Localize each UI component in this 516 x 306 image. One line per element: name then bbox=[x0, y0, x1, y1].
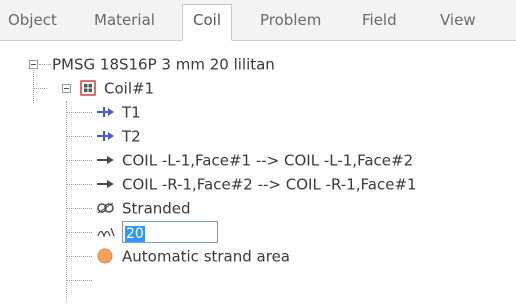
collapse-root-icon[interactable] bbox=[29, 60, 38, 69]
stranded-icon bbox=[97, 202, 114, 214]
turns-value: 20 bbox=[125, 226, 145, 242]
terminal-label: T1 bbox=[122, 103, 141, 122]
tree-line bbox=[33, 88, 47, 89]
turns-icon bbox=[97, 227, 115, 239]
connection-label: COIL -R-1,Face#2 --> COIL -R-1,Face#1 bbox=[122, 175, 417, 194]
tab-object[interactable]: Object bbox=[8, 8, 57, 40]
terminal-plus-arrow-icon bbox=[97, 107, 114, 117]
arrow-right-icon bbox=[97, 180, 114, 188]
terminal-plus-arrow-icon bbox=[97, 131, 114, 141]
tree-line bbox=[66, 101, 67, 301]
tree-line bbox=[66, 280, 92, 281]
stranded-label: Stranded bbox=[122, 199, 191, 218]
orange-circle-icon bbox=[97, 248, 113, 264]
tab-field[interactable]: Field bbox=[362, 8, 397, 40]
tree-item-turns[interactable]: 20 bbox=[96, 220, 262, 244]
coil-label: Coil#1 bbox=[104, 79, 155, 98]
collapse-coil-icon[interactable] bbox=[62, 84, 71, 93]
tree-item-coil[interactable]: Coil#1 bbox=[80, 76, 154, 100]
tree-line bbox=[66, 160, 92, 161]
tree-line bbox=[33, 67, 34, 103]
tree-item-connection-1[interactable]: COIL -L-1,Face#1 --> COIL -L-1,Face#2 bbox=[96, 148, 413, 172]
tree-line bbox=[66, 208, 92, 209]
tree-item-t1[interactable]: T1 bbox=[96, 100, 141, 124]
terminal-label: T2 bbox=[122, 127, 141, 146]
tree-item-stranded[interactable]: Stranded bbox=[96, 196, 191, 220]
turns-input[interactable]: 20 bbox=[122, 221, 218, 243]
root-label: PMSG 18S16P 3 mm 20 lilitan bbox=[52, 55, 275, 74]
tab-problem[interactable]: Problem bbox=[260, 8, 321, 40]
tree-line bbox=[66, 112, 92, 113]
tree-line bbox=[66, 184, 92, 185]
arrow-right-icon bbox=[97, 156, 114, 164]
tab-bar: Object Material Coil Problem Field View bbox=[0, 0, 516, 41]
tree-line bbox=[66, 232, 92, 233]
tab-material[interactable]: Material bbox=[94, 8, 155, 40]
tab-view[interactable]: View bbox=[440, 8, 476, 40]
strand-area-label: Automatic strand area bbox=[122, 247, 290, 266]
tree-item-strand-area[interactable]: Automatic strand area bbox=[96, 244, 290, 268]
tree-line bbox=[39, 64, 51, 65]
coil-icon bbox=[80, 80, 96, 96]
tree-root-item[interactable]: PMSG 18S16P 3 mm 20 lilitan bbox=[52, 52, 275, 76]
tree-item-connection-2[interactable]: COIL -R-1,Face#2 --> COIL -R-1,Face#1 bbox=[96, 172, 417, 196]
tree-line bbox=[66, 136, 92, 137]
tree-item-t2[interactable]: T2 bbox=[96, 124, 141, 148]
coil-tree: PMSG 18S16P 3 mm 20 lilitan Coil#1 T1 T2 bbox=[0, 41, 516, 306]
tab-coil[interactable]: Coil bbox=[182, 4, 232, 41]
connection-label: COIL -L-1,Face#1 --> COIL -L-1,Face#2 bbox=[122, 151, 414, 170]
tree-line bbox=[66, 256, 92, 257]
